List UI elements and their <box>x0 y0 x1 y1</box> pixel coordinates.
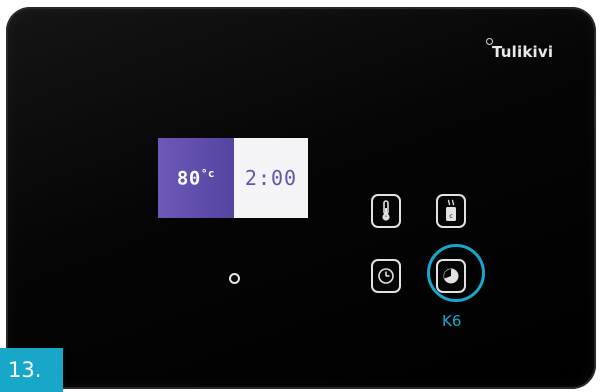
status-led <box>229 273 240 284</box>
clock-button[interactable] <box>371 259 401 293</box>
time-readout: 2:00 <box>234 138 308 218</box>
lcd-display: 80°c 2:00 <box>158 138 308 218</box>
heat-element-icon: c <box>446 199 456 221</box>
brand-logo: Tulikivi <box>492 43 554 61</box>
time-value: 2:00 <box>244 166 298 190</box>
temperature-unit: °c <box>200 166 216 180</box>
svg-text:°: ° <box>385 215 387 221</box>
temperature-readout: 80°c <box>158 138 234 218</box>
thermometer-icon: ° <box>382 200 390 221</box>
k6-highlight-ring <box>427 244 485 302</box>
k6-label: K6 <box>442 312 462 330</box>
temperature-value: 80 <box>176 167 201 190</box>
control-panel: Tulikivi 80°c 2:00 ° c K6 <box>6 7 596 389</box>
clock-icon <box>378 268 394 284</box>
step-number-badge: 13. <box>0 348 63 392</box>
manual-illustration: Tulikivi 80°c 2:00 ° c K6 13. <box>0 0 602 392</box>
heating-button[interactable]: c <box>436 194 466 228</box>
svg-text:c: c <box>449 213 452 220</box>
thermometer-button[interactable]: ° <box>371 194 401 228</box>
